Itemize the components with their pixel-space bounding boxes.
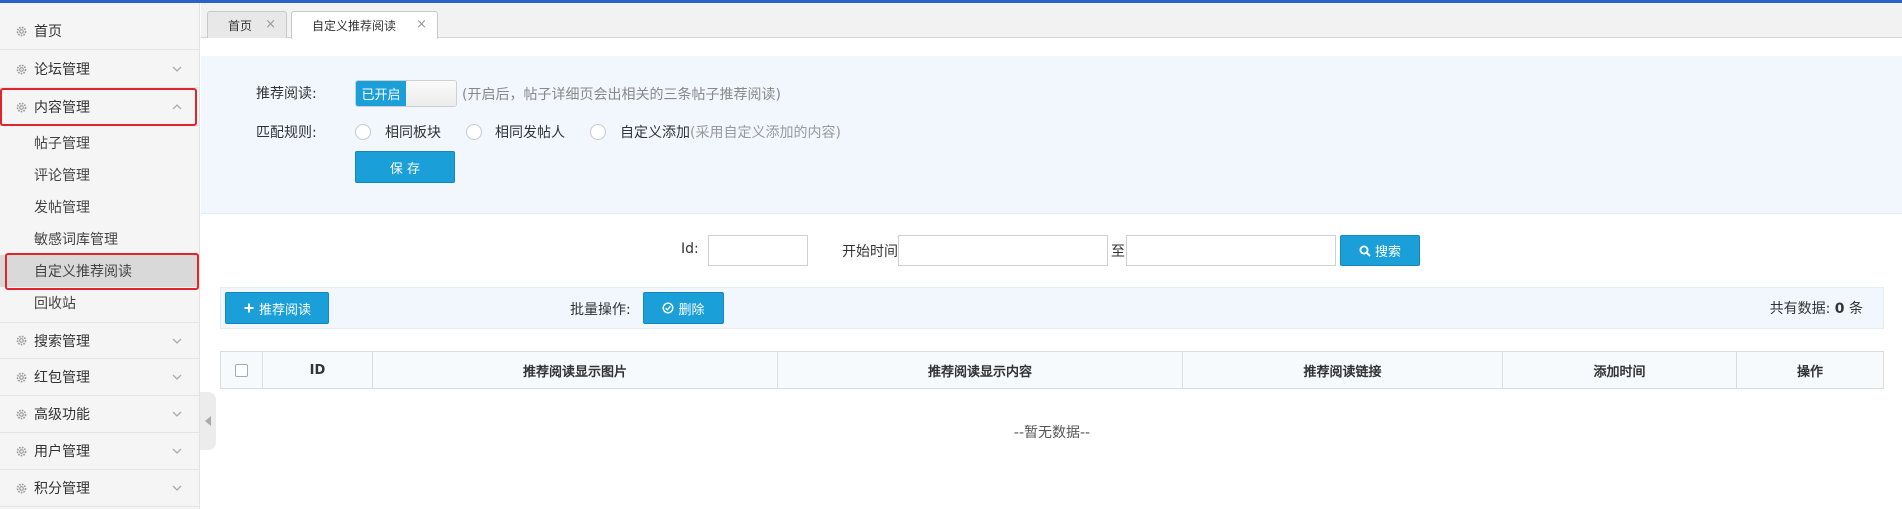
match-rule-label: 匹配规则: — [256, 125, 317, 141]
radio-label-same-board: 相同板块 — [385, 125, 441, 141]
sidebar-item-label: 用户管理 — [34, 444, 90, 460]
chevron-down-icon — [171, 408, 183, 420]
id-input[interactable] — [708, 235, 808, 266]
chevron-down-icon — [171, 482, 183, 494]
sidebar-item-red-packet[interactable]: 红包管理 — [0, 359, 199, 396]
delete-button[interactable]: 删除 — [643, 292, 724, 324]
sidebar-item-label: 积分管理 — [34, 481, 90, 497]
sidebar-subitem-recycle-bin[interactable]: 回收站 — [0, 287, 199, 319]
gear-icon — [15, 408, 28, 421]
close-icon[interactable]: × — [265, 18, 276, 32]
sidebar-item-label: 首页 — [34, 24, 62, 40]
gear-icon — [15, 482, 28, 495]
table-header-image: 推荐阅读显示图片 — [373, 352, 778, 389]
sidebar-item-label: 内容管理 — [34, 100, 90, 116]
sidebar-subitem-sensitive-words[interactable]: 敏感词库管理 — [0, 223, 199, 255]
sidebar-item-label: 红包管理 — [34, 370, 90, 386]
tab-custom-recommend[interactable]: 自定义推荐阅读 × — [291, 11, 438, 39]
empty-data-text: --暂无数据-- — [1013, 425, 1091, 441]
chevron-down-icon — [171, 371, 183, 383]
sidebar-item-label: 搜索管理 — [34, 333, 90, 350]
plus-icon — [244, 303, 254, 313]
table-header-operation: 操作 — [1796, 365, 1823, 380]
sidebar-item-home[interactable]: 首页 — [0, 13, 199, 50]
sidebar-item-users[interactable]: 用户管理 — [0, 433, 199, 470]
gear-icon — [15, 25, 28, 38]
triangle-left-icon — [205, 416, 211, 426]
chevron-up-icon — [171, 101, 183, 113]
batch-operation-label: 批量操作: — [570, 302, 631, 318]
sidebar-item-label: 论坛管理 — [34, 62, 90, 78]
recommend-toggle[interactable]: 已开启 — [355, 80, 457, 107]
gear-icon — [15, 63, 28, 76]
table-header-content: 推荐阅读显示内容 — [778, 352, 1183, 389]
action-bar: 共有数据: 0 条 — [220, 287, 1884, 329]
sidebar: 首页 论坛管理 内容管理 帖子管理 评论管理 发帖管理 敏感词库管理 自定义推荐… — [0, 3, 200, 509]
save-button[interactable]: 保 存 — [355, 151, 455, 183]
tab-bar: 首页 × 自定义推荐阅读 × — [201, 3, 1902, 39]
sidebar-collapse-handle[interactable] — [200, 392, 216, 450]
gear-icon — [15, 101, 28, 114]
close-icon[interactable]: × — [416, 18, 427, 32]
check-circle-icon — [662, 302, 674, 314]
add-recommend-button[interactable]: 推荐阅读 — [225, 292, 329, 324]
gear-icon — [15, 371, 28, 384]
sidebar-subitem-posts[interactable]: 帖子管理 — [0, 127, 199, 159]
gear-icon — [15, 334, 28, 347]
data-table: ID 推荐阅读显示图片 推荐阅读显示内容 推荐阅读链接 添加时间 操作 — [220, 351, 1884, 389]
radio-label-custom-add: 自定义添加(采用自定义添加的内容) — [620, 125, 841, 141]
select-all-checkbox[interactable] — [235, 364, 248, 377]
sidebar-subitem-custom-recommend[interactable]: 自定义推荐阅读 — [0, 255, 199, 287]
sidebar-subitem-comments[interactable]: 评论管理 — [0, 159, 199, 191]
table-header-select — [221, 352, 263, 389]
radio-same-poster[interactable] — [466, 124, 482, 140]
chevron-down-icon — [171, 335, 183, 347]
start-time-label: 开始时间 — [842, 244, 898, 260]
to-label: 至 — [1111, 244, 1125, 260]
sidebar-item-search[interactable]: 搜索管理 — [0, 322, 199, 359]
sidebar-item-label: 高级功能 — [34, 407, 90, 423]
total-count: 共有数据: 0 条 — [1769, 301, 1863, 317]
sidebar-item-points[interactable]: 积分管理 — [0, 470, 199, 507]
table-header-id: ID — [263, 352, 373, 389]
search-button[interactable]: 搜索 — [1340, 235, 1420, 266]
table-header-link: 推荐阅读链接 — [1183, 352, 1503, 389]
tab-home[interactable]: 首页 × — [207, 11, 287, 38]
chevron-down-icon — [171, 63, 183, 75]
chevron-down-icon — [171, 445, 183, 457]
table-header-add-time: 添加时间 — [1503, 352, 1737, 389]
sidebar-item-advanced[interactable]: 高级功能 — [0, 396, 199, 433]
search-icon — [1359, 245, 1371, 257]
end-time-input[interactable] — [1126, 235, 1336, 266]
radio-label-same-poster: 相同发帖人 — [495, 125, 565, 141]
sidebar-item-forum[interactable]: 论坛管理 — [0, 51, 199, 88]
settings-panel — [201, 56, 1902, 214]
sidebar-item-content[interactable]: 内容管理 — [0, 89, 199, 126]
radio-same-board[interactable] — [355, 124, 371, 140]
start-time-input[interactable] — [898, 235, 1108, 266]
id-label: Id: — [681, 241, 699, 257]
gear-icon — [15, 445, 28, 458]
radio-custom-add[interactable] — [590, 124, 606, 140]
recommend-label: 推荐阅读: — [256, 86, 317, 102]
sidebar-subitem-post-manage[interactable]: 发帖管理 — [0, 191, 199, 223]
recommend-hint: (开启后，帖子详细页会出相关的三条帖子推荐阅读) — [462, 87, 781, 103]
